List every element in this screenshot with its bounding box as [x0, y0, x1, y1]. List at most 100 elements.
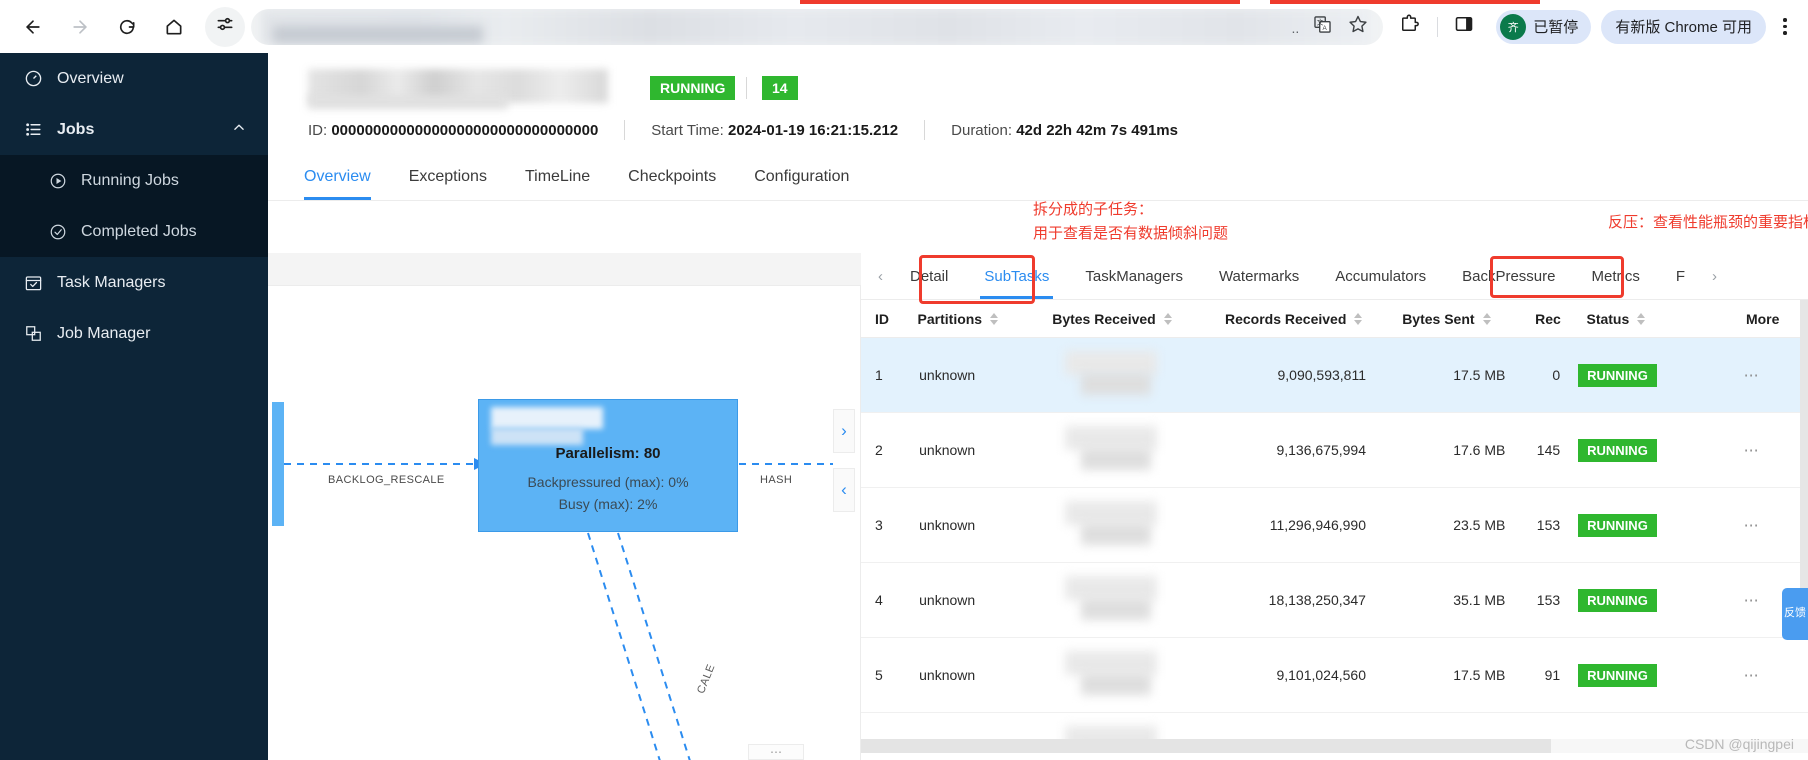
- job-id-value: 00000000000000000000000000000000: [331, 121, 599, 139]
- table-row[interactable]: 3 unknown 11,296,946,990 23.5 MB 153 RUN…: [861, 488, 1808, 563]
- bookmark-button[interactable]: [1343, 12, 1373, 42]
- subtab-detail[interactable]: Detail: [892, 253, 966, 299]
- job-graph-canvas[interactable]: Parallelism: 80 Backpressured (max): 0% …: [268, 285, 861, 760]
- address-bar[interactable]: .. 文A: [251, 8, 1384, 45]
- overview-content: Parallelism: 80 Backpressured (max): 0% …: [268, 201, 1808, 760]
- sort-icon[interactable]: [990, 312, 999, 325]
- cell-partitions: unknown: [919, 517, 976, 533]
- translate-icon: 文A: [1313, 15, 1332, 39]
- subtab-flamegraph[interactable]: F: [1658, 253, 1703, 299]
- status-badge: RUNNING: [1578, 363, 1657, 387]
- tab-timeline[interactable]: TimeLine: [525, 153, 590, 200]
- subtab-watermarks[interactable]: Watermarks: [1201, 253, 1317, 299]
- column-header-bytes-received[interactable]: Bytes Received: [1052, 311, 1225, 327]
- cell-bytes-received-redacted: [1059, 422, 1199, 478]
- column-header-status[interactable]: Status: [1586, 311, 1745, 327]
- subtask-table-body[interactable]: 1 unknown 9,090,593,811 17.5 MB 0 RUNNIN…: [861, 338, 1808, 753]
- sidebar-item-running-jobs[interactable]: Running Jobs: [0, 155, 268, 206]
- subtab-next-button[interactable]: ›: [1703, 268, 1726, 285]
- graph-node-source[interactable]: [272, 402, 284, 526]
- cell-more-button[interactable]: ⋯: [1744, 441, 1808, 459]
- cell-more-button[interactable]: ⋯: [1744, 366, 1808, 384]
- table-row[interactable]: 4 unknown 18,138,250,347 35.1 MB 153 RUN…: [861, 563, 1808, 638]
- sidebar-item-label: Overview: [57, 69, 124, 87]
- avatar: 齐: [1500, 13, 1527, 40]
- sort-icon[interactable]: [1637, 312, 1646, 325]
- sidebar-item-task-managers[interactable]: Task Managers: [0, 257, 268, 308]
- cell-id: 4: [875, 592, 883, 608]
- node-backpressured: Backpressured (max): 0%: [527, 474, 689, 490]
- extensions-puzzle-icon: [1399, 14, 1420, 39]
- job-meta-row: ID: 00000000000000000000000000000000 Sta…: [308, 120, 1178, 140]
- extensions-button[interactable]: [1391, 9, 1427, 45]
- sidebar-item-overview[interactable]: Overview: [0, 53, 268, 104]
- forward-button[interactable]: [61, 8, 99, 46]
- scrollbar-thumb[interactable]: [861, 739, 1551, 753]
- table-row[interactable]: 1 unknown 9,090,593,811 17.5 MB 0 RUNNIN…: [861, 338, 1808, 413]
- duration-value: 42d 22h 42m 7s 491ms: [1016, 121, 1178, 139]
- subtab-backpressure[interactable]: BackPressure: [1444, 253, 1573, 299]
- sidebar-item-completed-jobs[interactable]: Completed Jobs: [0, 206, 268, 257]
- main-tab-bar: Overview Exceptions TimeLine Checkpoints…: [268, 153, 1808, 201]
- chevron-up-icon[interactable]: [232, 120, 246, 139]
- column-header-bytes-sent[interactable]: Bytes Sent: [1402, 311, 1535, 327]
- sidebar-item-label: Jobs: [57, 120, 95, 138]
- tab-checkpoints[interactable]: Checkpoints: [628, 153, 716, 200]
- column-header-records-sent[interactable]: Rec: [1535, 311, 1586, 327]
- sort-icon[interactable]: [1354, 312, 1363, 325]
- browser-toolbar: .. 文A 齐 已暂停 有新版 Chrome 可用: [0, 0, 1808, 53]
- main-content: RUNNING 14 ID: 0000000000000000000000000…: [268, 53, 1808, 760]
- tab-configuration[interactable]: Configuration: [754, 153, 849, 200]
- annotation-underline-top: [800, 0, 1240, 4]
- table-vertical-scrollbar[interactable]: [1800, 300, 1808, 600]
- back-button[interactable]: [14, 8, 52, 46]
- sidebar-item-job-manager[interactable]: Job Manager: [0, 308, 268, 359]
- sort-icon[interactable]: [1163, 312, 1172, 325]
- graph-scroll-right-button[interactable]: ›: [833, 409, 855, 453]
- cell-records-sent: 91: [1544, 667, 1561, 683]
- subtab-accumulators[interactable]: Accumulators: [1317, 253, 1444, 299]
- home-button[interactable]: [155, 8, 193, 46]
- table-row[interactable]: 5 unknown 9,101,024,560 17.5 MB 91 RUNNI…: [861, 638, 1808, 713]
- column-header-id[interactable]: ID: [861, 311, 918, 327]
- cell-bytes-received-redacted: [1059, 347, 1199, 403]
- graph-node-operator[interactable]: Parallelism: 80 Backpressured (max): 0% …: [478, 399, 738, 532]
- list-icon: [24, 120, 43, 139]
- annotation-subtasks-line2: 用于查看是否有数据倾斜问题: [1033, 225, 1229, 242]
- cell-more-button[interactable]: ⋯: [1744, 516, 1808, 534]
- column-header-partitions[interactable]: Partitions: [918, 311, 1053, 327]
- side-panel-button[interactable]: [1446, 9, 1482, 45]
- subtab-metrics[interactable]: Metrics: [1573, 253, 1657, 299]
- cell-status: RUNNING: [1578, 363, 1744, 387]
- column-header-records-received[interactable]: Records Received: [1225, 311, 1402, 327]
- play-circle-icon: [48, 171, 67, 190]
- node-name-redacted: [491, 407, 603, 429]
- cell-bytes-received-redacted: [1059, 497, 1199, 553]
- tune-button[interactable]: [205, 6, 245, 47]
- subtab-taskmanagers[interactable]: TaskManagers: [1067, 253, 1201, 299]
- sort-icon[interactable]: [1482, 312, 1491, 325]
- edge-label-backlog-rescale: BACKLOG_RESCALE: [328, 474, 445, 486]
- reload-button[interactable]: [108, 8, 146, 46]
- job-id-label: ID:: [308, 121, 328, 139]
- cell-bytes-received-redacted: [1059, 647, 1199, 703]
- chrome-menu-button[interactable]: [1768, 10, 1802, 44]
- cell-more-button[interactable]: ⋯: [1744, 666, 1808, 684]
- cell-bytes-received-redacted: [1059, 572, 1199, 628]
- feedback-tab[interactable]: 反馈: [1782, 588, 1808, 640]
- panel-resize-handle[interactable]: ⋯: [748, 744, 804, 760]
- tab-exceptions[interactable]: Exceptions: [409, 153, 487, 200]
- chrome-update-button[interactable]: 有新版 Chrome 可用: [1601, 9, 1766, 44]
- translate-button[interactable]: 文A: [1307, 12, 1337, 42]
- subtab-prev-button[interactable]: ‹: [869, 268, 892, 285]
- sidebar-item-jobs[interactable]: Jobs: [0, 104, 268, 155]
- cell-status: RUNNING: [1578, 663, 1744, 687]
- subtab-bar: ‹ Detail SubTasks TaskManagers Watermark…: [861, 253, 1808, 304]
- profile-chip[interactable]: 齐 已暂停: [1496, 9, 1592, 44]
- subtab-subtasks[interactable]: SubTasks: [966, 253, 1067, 299]
- graph-scroll-left-button[interactable]: ‹: [833, 468, 855, 512]
- table-horizontal-scrollbar[interactable]: [861, 739, 1808, 753]
- table-row[interactable]: 2 unknown 9,136,675,994 17.6 MB 145 RUNN…: [861, 413, 1808, 488]
- cell-records-received: 18,138,250,347: [1268, 592, 1366, 608]
- tab-overview[interactable]: Overview: [304, 153, 371, 200]
